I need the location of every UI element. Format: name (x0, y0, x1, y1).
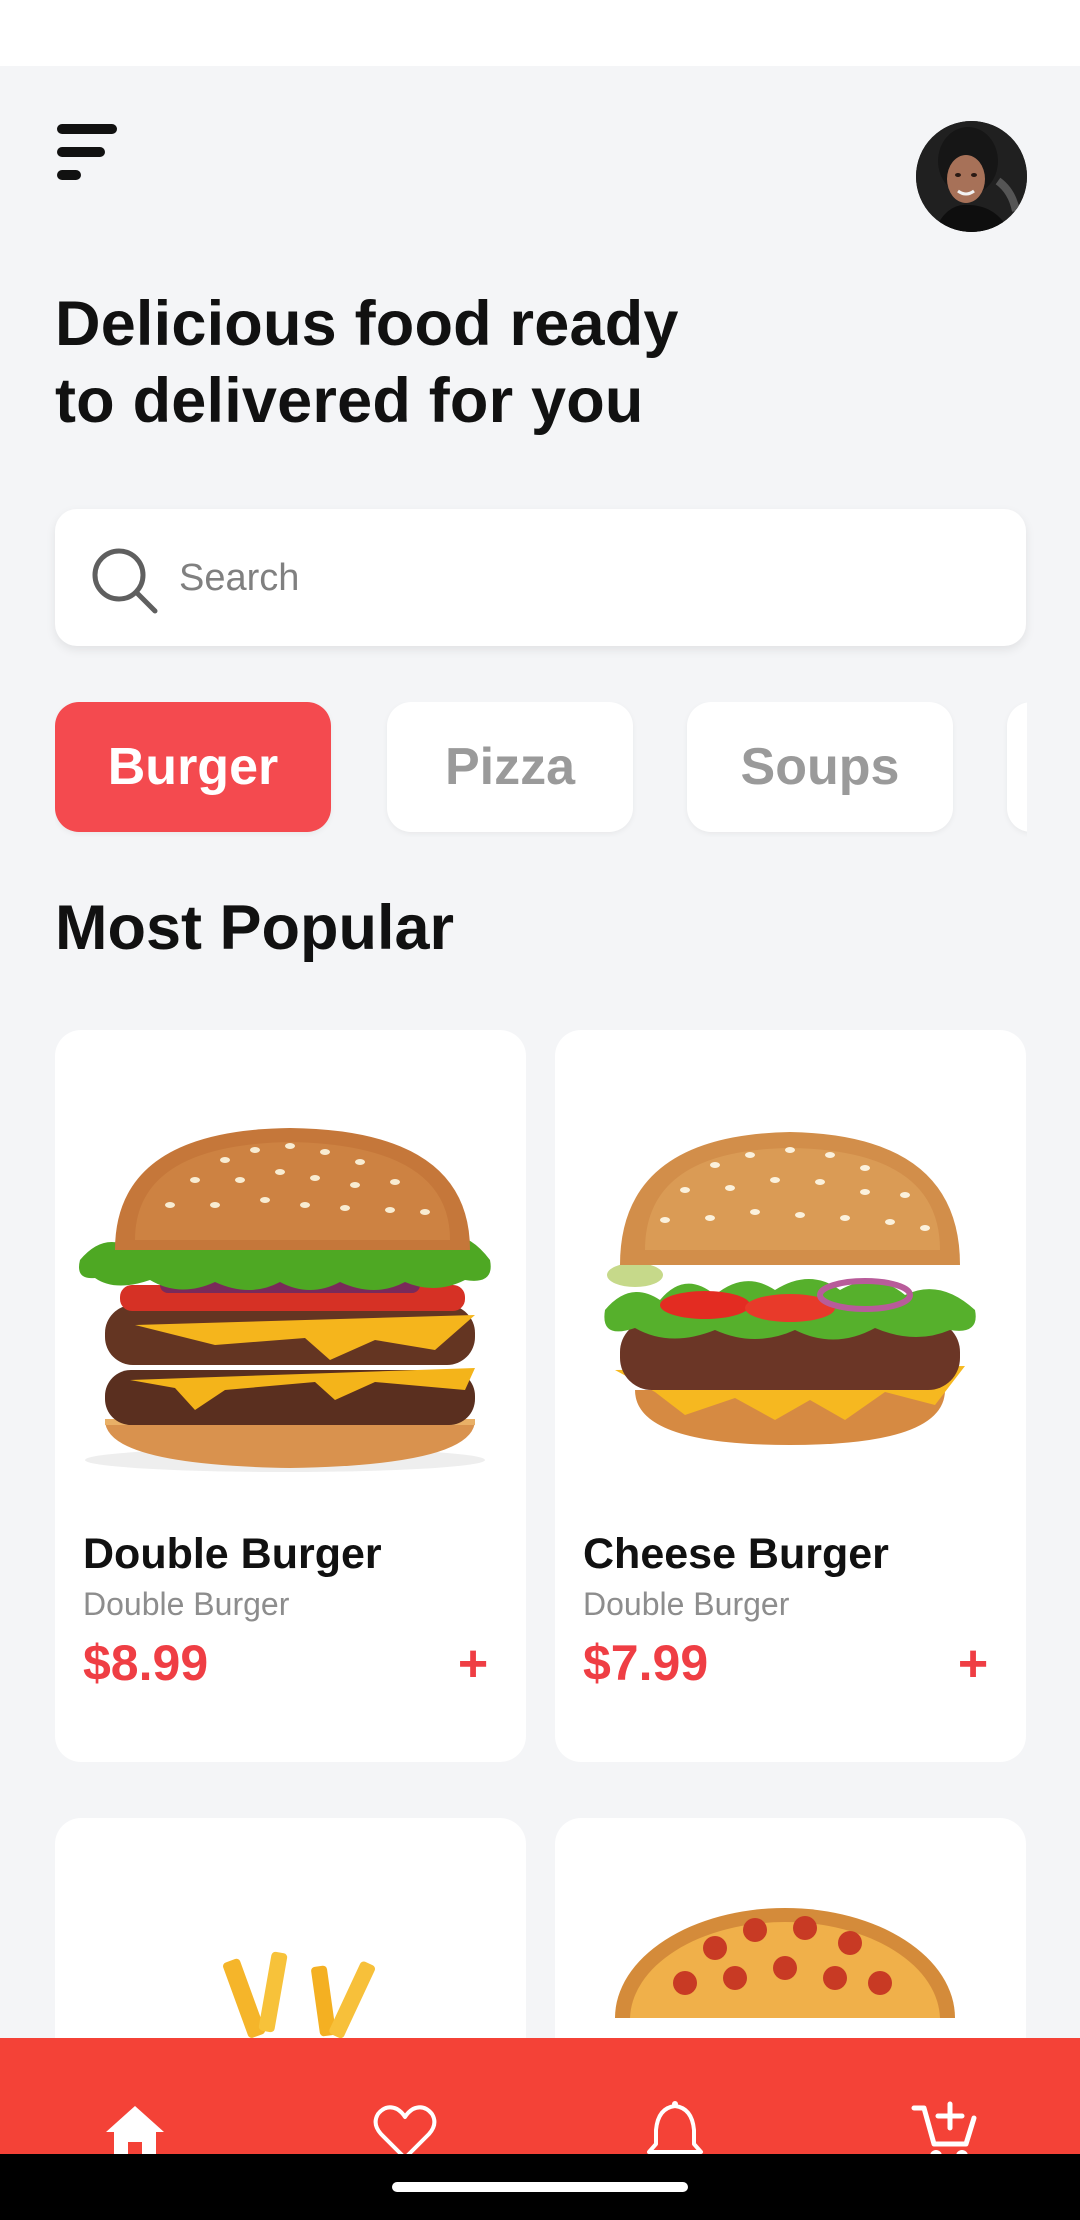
user-avatar-image (916, 121, 1027, 232)
headline-line-1: Delicious food ready (55, 289, 679, 359)
menu-icon-bar (57, 147, 105, 157)
status-bar (0, 0, 1080, 66)
menu-icon (57, 124, 117, 134)
home-indicator[interactable] (392, 2182, 688, 2192)
product-subtitle: Double Burger (583, 1586, 790, 1622)
pizza-image (615, 1908, 955, 2018)
search-input[interactable] (179, 539, 979, 617)
category-chip-pizza[interactable]: Pizza (387, 702, 633, 832)
section-title: Most Popular (55, 893, 455, 963)
product-card-double-burger[interactable]: Double Burger Double Burger $8.99 + (55, 1030, 526, 1762)
double-burger-image (79, 1128, 491, 1472)
cheese-burger-image (604, 1132, 976, 1445)
category-chip-burger[interactable]: Burger (55, 702, 331, 832)
search-icon (92, 548, 158, 614)
add-to-cart-button[interactable]: + (948, 1634, 998, 1694)
product-name: Double Burger (83, 1530, 382, 1578)
product-card-cheese-burger[interactable]: Cheese Burger Double Burger $7.99 + (555, 1030, 1026, 1762)
fries-image (223, 1951, 375, 2039)
system-navigation-bar (0, 2154, 1080, 2220)
add-to-cart-button[interactable]: + (448, 1634, 498, 1694)
category-chip-more[interactable] (1007, 702, 1027, 832)
category-chips: Burger Pizza Soups (55, 702, 1027, 837)
home-screen: Delicious food ready to delivered for yo… (0, 66, 1080, 2220)
headline-line-2: to delivered for you (55, 366, 644, 436)
category-chip-soups[interactable]: Soups (687, 702, 953, 832)
category-chip-label: Burger (107, 738, 279, 796)
product-subtitle: Double Burger (83, 1586, 290, 1622)
menu-icon-bar (57, 170, 81, 180)
avatar[interactable] (916, 121, 1027, 232)
menu-button[interactable] (55, 124, 119, 184)
search-bar[interactable] (55, 509, 1026, 646)
product-name: Cheese Burger (583, 1530, 889, 1578)
category-chip-label: Pizza (444, 738, 576, 796)
product-price: $7.99 (583, 1635, 709, 1691)
category-chip-label: Soups (740, 738, 900, 796)
page-title: Delicious food ready to delivered for yo… (55, 286, 755, 440)
product-price: $8.99 (83, 1635, 209, 1691)
